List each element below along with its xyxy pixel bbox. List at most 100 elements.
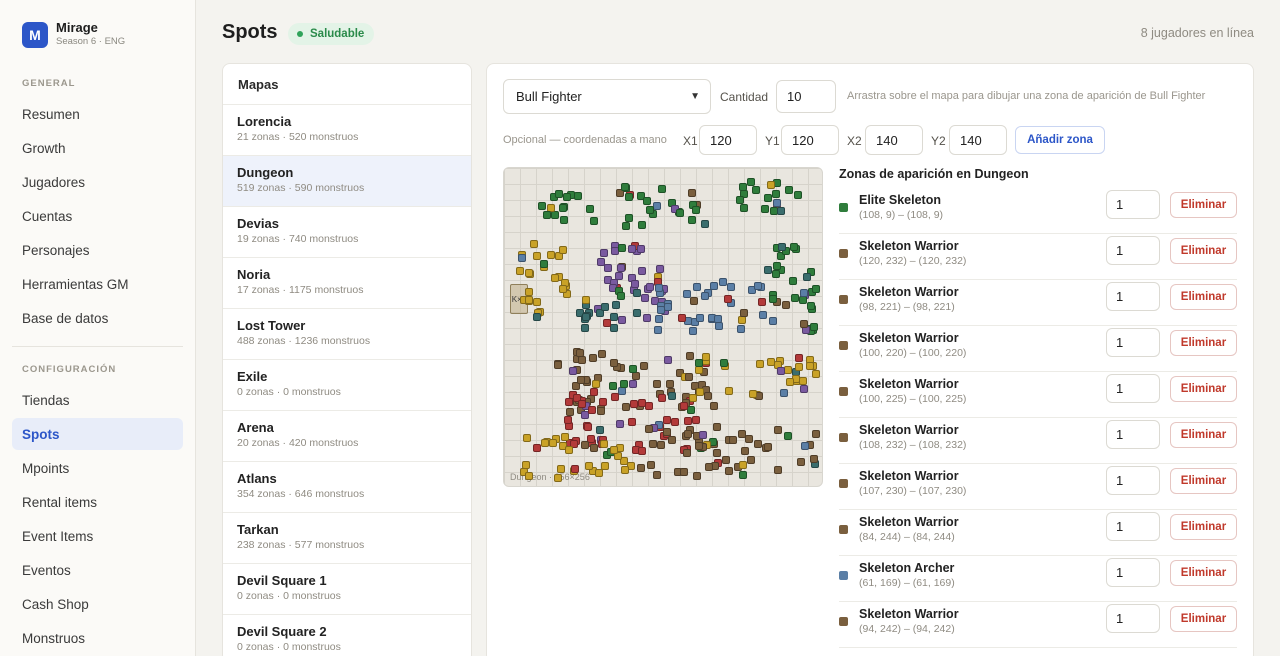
spawn-marker-icon: [720, 359, 728, 367]
map-row-devias[interactable]: Devias 19 zonas · 740 monstruos: [223, 207, 471, 258]
map-row-arena[interactable]: Arena 20 zonas · 420 monstruos: [223, 411, 471, 462]
spawn-marker-icon: [516, 267, 524, 275]
spawn-marker-icon: [586, 205, 594, 213]
sidebar-item-mpoints[interactable]: Mpoints: [12, 452, 183, 484]
zone-range: (108, 9) – (108, 9): [859, 209, 944, 221]
map-meta: 354 zonas · 646 monstruos: [237, 488, 365, 500]
page-title: Spots: [222, 21, 278, 43]
spawn-map-canvas[interactable]: K×3 Dungeon · 256×256: [503, 167, 823, 487]
spawn-marker-icon: [769, 295, 777, 303]
map-row-tarkan[interactable]: Tarkan 238 zonas · 577 monstruos: [223, 513, 471, 564]
spawn-marker-icon: [533, 313, 541, 321]
spawn-marker-icon: [582, 313, 590, 321]
zone-qty-input[interactable]: 1: [1106, 190, 1160, 219]
map-meta: 19 zonas · 740 monstruos: [237, 233, 359, 245]
map-name: Lost Tower: [237, 318, 306, 333]
zone-qty-input[interactable]: 1: [1106, 466, 1160, 495]
spawn-marker-icon: [777, 207, 785, 215]
map-row-lost-tower[interactable]: Lost Tower 488 zonas · 1236 monstruos: [223, 309, 471, 360]
spawn-marker-icon: [590, 388, 598, 396]
zone-row: Skeleton Warrior (84, 244) – (84, 244) 1…: [839, 510, 1237, 556]
map-row-lorencia[interactable]: Lorencia 21 zonas · 520 monstruos: [223, 105, 471, 156]
spawn-marker-icon: [690, 297, 698, 305]
map-row-noria[interactable]: Noria 17 zonas · 1175 monstruos: [223, 258, 471, 309]
sidebar-item-resumen[interactable]: Resumen: [12, 98, 183, 130]
map-meta: 488 zonas · 1236 monstruos: [237, 335, 371, 347]
x2-input[interactable]: 140: [865, 125, 923, 155]
spawn-marker-icon: [590, 217, 598, 225]
spawn-marker-icon: [600, 249, 608, 257]
map-row-dungeon[interactable]: Dungeon 519 zonas · 590 monstruos: [223, 156, 471, 207]
spawn-marker-icon: [638, 221, 646, 229]
monster-select[interactable]: Bull Fighter ▼: [503, 79, 711, 114]
spawn-marker-icon: [680, 402, 688, 410]
zone-qty-input[interactable]: 1: [1106, 558, 1160, 587]
delete-zone-button[interactable]: Eliminar: [1170, 560, 1237, 586]
zone-qty-input[interactable]: 1: [1106, 420, 1160, 449]
zone-qty-input[interactable]: 1: [1106, 282, 1160, 311]
spawn-marker-icon: [784, 432, 792, 440]
map-row-exile[interactable]: Exile 0 zonas · 0 monstruos: [223, 360, 471, 411]
delete-zone-button[interactable]: Eliminar: [1170, 238, 1237, 264]
spawn-marker-icon: [578, 400, 586, 408]
zone-qty-input[interactable]: 1: [1106, 604, 1160, 633]
sidebar-item-rental-items[interactable]: Rental items: [12, 486, 183, 518]
spawn-marker-icon: [695, 442, 703, 450]
sidebar-item-growth[interactable]: Growth: [12, 132, 183, 164]
sidebar-item-herramientas-gm[interactable]: Herramientas GM: [12, 268, 183, 300]
delete-zone-button[interactable]: Eliminar: [1170, 422, 1237, 448]
sidebar-item-cuentas[interactable]: Cuentas: [12, 200, 183, 232]
spawn-marker-icon: [684, 417, 692, 425]
sidebar-item-cash-shop[interactable]: Cash Shop: [12, 588, 183, 620]
spawn-marker-icon: [764, 443, 772, 451]
zone-row: Skeleton Warrior (100, 225) – (100, 225)…: [839, 372, 1237, 418]
delete-zone-button[interactable]: Eliminar: [1170, 284, 1237, 310]
zone-name: Skeleton Warrior: [859, 377, 959, 391]
spawn-marker-icon: [754, 282, 762, 290]
y2-input[interactable]: 140: [949, 125, 1007, 155]
spawn-marker-icon: [525, 472, 533, 480]
sidebar-item-personajes[interactable]: Personajes: [12, 234, 183, 266]
spawn-marker-icon: [725, 387, 733, 395]
zone-qty-input[interactable]: 1: [1106, 328, 1160, 357]
spawn-marker-icon: [687, 406, 695, 414]
sidebar-item-spots[interactable]: Spots: [12, 418, 183, 450]
zone-color-swatch: [839, 295, 848, 304]
map-row-atlans[interactable]: Atlans 354 zonas · 646 monstruos: [223, 462, 471, 513]
zone-qty-input[interactable]: 1: [1106, 374, 1160, 403]
sidebar-item-base-de-datos[interactable]: Base de datos: [12, 302, 183, 334]
online-count: 8 jugadores en línea: [1140, 26, 1254, 40]
x1-input[interactable]: 120: [699, 125, 757, 155]
sidebar-item-monstruos[interactable]: Monstruos: [12, 622, 183, 654]
status-badge-label: Saludable: [310, 28, 365, 40]
zone-qty-input[interactable]: 1: [1106, 512, 1160, 541]
spawn-marker-icon: [663, 416, 671, 424]
y1-input[interactable]: 120: [781, 125, 839, 155]
spawn-marker-icon: [585, 462, 593, 470]
sidebar-item-tiendas[interactable]: Tiendas: [12, 384, 183, 416]
spawn-marker-icon: [756, 360, 764, 368]
zone-qty-input[interactable]: 1: [1106, 236, 1160, 265]
spawn-marker-icon: [560, 216, 568, 224]
sidebar-item-jugadores[interactable]: Jugadores: [12, 166, 183, 198]
sidebar-item-event-items[interactable]: Event Items: [12, 520, 183, 552]
delete-zone-button[interactable]: Eliminar: [1170, 468, 1237, 494]
spawn-marker-icon: [554, 474, 562, 482]
spawn-marker-icon: [719, 278, 727, 286]
delete-zone-button[interactable]: Eliminar: [1170, 376, 1237, 402]
delete-zone-button[interactable]: Eliminar: [1170, 330, 1237, 356]
add-zone-button[interactable]: Añadir zona: [1015, 126, 1105, 154]
quantity-input[interactable]: 10: [776, 80, 836, 113]
map-row-devil-square-1[interactable]: Devil Square 1 0 zonas · 0 monstruos: [223, 564, 471, 615]
delete-zone-button[interactable]: Eliminar: [1170, 606, 1237, 632]
zone-color-swatch: [839, 341, 848, 350]
spawn-marker-icon: [563, 193, 571, 201]
sidebar-item-eventos[interactable]: Eventos: [12, 554, 183, 586]
map-row-devil-square-2[interactable]: Devil Square 2 0 zonas · 0 monstruos: [223, 615, 471, 656]
delete-zone-button[interactable]: Eliminar: [1170, 514, 1237, 540]
delete-zone-button[interactable]: Eliminar: [1170, 192, 1237, 218]
zone-range: (120, 232) – (120, 232): [859, 255, 967, 267]
zone-color-swatch: [839, 617, 848, 626]
spawn-marker-icon: [557, 465, 565, 473]
spawn-marker-icon: [680, 468, 688, 476]
